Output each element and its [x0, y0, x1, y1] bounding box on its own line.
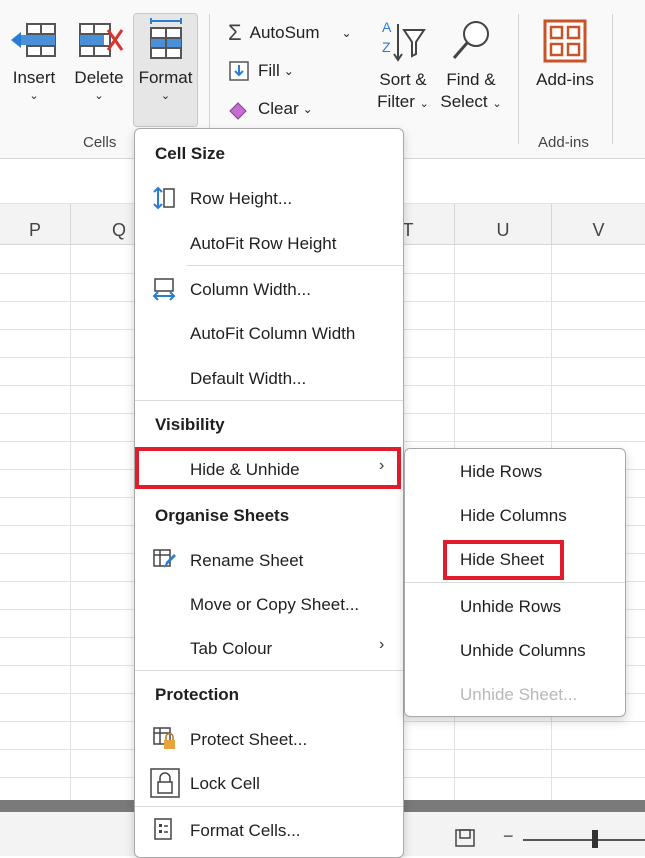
- row-height-icon: [153, 186, 175, 210]
- chevron-down-icon: ⌄: [302, 102, 313, 116]
- cell-size-header: Cell Size: [155, 144, 225, 163]
- menu-separator: [187, 265, 403, 266]
- find-select-label-1: Find &: [446, 70, 496, 89]
- clear-button[interactable]: Clear ⌄: [228, 98, 313, 120]
- find-select-button[interactable]: Find & Select ⌄: [438, 18, 504, 115]
- chevron-down-icon: ⌄: [283, 64, 294, 78]
- format-cells-item[interactable]: Format Cells...: [190, 821, 301, 841]
- autosum-icon: Σ: [228, 20, 242, 45]
- lock-cell-icon: [150, 768, 180, 798]
- insert-cells-icon: [11, 23, 56, 57]
- unhide-columns-item[interactable]: Unhide Columns: [460, 641, 586, 661]
- menu-separator: [405, 582, 625, 583]
- delete-label: Delete: [74, 68, 124, 87]
- addins-label: Add-ins: [536, 70, 594, 89]
- column-header-u[interactable]: U: [455, 204, 552, 244]
- find-select-icon: [452, 21, 489, 59]
- hide-unhide-submenu: Hide Rows Hide Columns Hide Sheet Unhide…: [404, 448, 626, 717]
- chevron-down-icon: ⌄: [341, 26, 352, 40]
- format-cells-dialog-icon: [154, 818, 172, 840]
- format-button-content: Format ⌄: [134, 18, 197, 103]
- sort-filter-label-2: Filter ⌄: [370, 91, 436, 115]
- autofit-column-width-item[interactable]: AutoFit Column Width: [190, 324, 355, 344]
- default-width-item[interactable]: Default Width...: [190, 369, 306, 389]
- clear-icon: [229, 102, 247, 120]
- column-width-item[interactable]: Column Width...: [190, 280, 311, 300]
- lock-cell-item[interactable]: Lock Cell: [190, 774, 260, 794]
- sort-filter-button[interactable]: A Z Sort & Filter ⌄: [370, 18, 436, 115]
- rename-sheet-item[interactable]: Rename Sheet: [190, 551, 303, 571]
- find-select-label-text: Select: [440, 92, 488, 111]
- hide-sheet-highlight: [443, 540, 564, 580]
- insert-label: Insert: [12, 68, 56, 87]
- delete-cells-icon: [79, 23, 124, 57]
- group-divider: [612, 14, 613, 144]
- menu-separator: [135, 806, 403, 807]
- chevron-down-icon: ⌄: [94, 90, 104, 102]
- zoom-out-icon[interactable]: −: [503, 826, 514, 847]
- submenu-arrow-icon: ›: [379, 636, 385, 653]
- svg-text:A: A: [382, 19, 392, 35]
- chevron-down-icon: ⌄: [492, 98, 502, 110]
- group-divider: [209, 14, 210, 144]
- protect-sheet-item[interactable]: Protect Sheet...: [190, 730, 307, 750]
- sort-filter-label-text: Filter: [377, 92, 415, 111]
- sort-filter-label-1: Sort &: [379, 70, 427, 89]
- hide-columns-item[interactable]: Hide Columns: [460, 506, 567, 526]
- autosum-button[interactable]: Σ AutoSum ⌄: [228, 20, 352, 46]
- page-break-preview-icon[interactable]: [454, 828, 476, 848]
- chevron-down-icon: ⌄: [160, 90, 171, 102]
- addins-group-label: Add-ins: [538, 134, 589, 151]
- fill-icon: [229, 61, 249, 81]
- fill-button[interactable]: Fill ⌄: [228, 60, 294, 82]
- row-height-item[interactable]: Row Height...: [190, 189, 292, 209]
- svg-text:Z: Z: [382, 39, 391, 55]
- unhide-rows-item[interactable]: Unhide Rows: [460, 597, 561, 617]
- zoom-slider-thumb[interactable]: [592, 830, 598, 848]
- cells-group-label: Cells: [83, 134, 117, 151]
- autosum-label: AutoSum: [249, 23, 320, 42]
- unhide-sheet-item: Unhide Sheet...: [460, 685, 578, 704]
- format-label: Format: [138, 68, 193, 87]
- clear-label: Clear: [258, 99, 299, 118]
- find-select-label-2: Select ⌄: [438, 91, 504, 115]
- organise-sheets-header: Organise Sheets: [155, 506, 290, 525]
- addins-button[interactable]: Add-ins: [530, 18, 600, 91]
- protection-header: Protection: [155, 685, 240, 704]
- chevron-down-icon: ⌄: [29, 90, 39, 102]
- hide-unhide-highlight: [135, 447, 401, 489]
- format-dropdown-menu: Cell Size Row Height... AutoFit Row Heig…: [134, 128, 404, 858]
- column-header-v[interactable]: V: [552, 204, 645, 244]
- autofit-row-height-item[interactable]: AutoFit Row Height: [190, 234, 336, 254]
- format-cells-icon: [149, 18, 182, 59]
- menu-separator: [135, 400, 403, 401]
- fill-label: Fill: [258, 61, 280, 80]
- zoom-slider[interactable]: [523, 839, 645, 841]
- group-divider: [518, 14, 519, 144]
- hide-rows-item[interactable]: Hide Rows: [460, 462, 542, 482]
- visibility-header: Visibility: [155, 415, 225, 434]
- sort-filter-icon: A Z: [382, 19, 426, 62]
- rename-sheet-icon: [153, 549, 176, 568]
- tab-colour-item[interactable]: Tab Colour: [190, 639, 272, 659]
- delete-button[interactable]: Delete ⌄: [70, 18, 128, 103]
- move-copy-sheet-item[interactable]: Move or Copy Sheet...: [190, 595, 359, 615]
- protect-sheet-icon: [153, 727, 175, 749]
- column-header-p[interactable]: P: [0, 204, 71, 244]
- chevron-down-icon: ⌄: [419, 98, 429, 110]
- menu-separator: [135, 670, 403, 671]
- addins-icon: [543, 19, 587, 63]
- format-button[interactable]: Format ⌄: [133, 13, 198, 127]
- insert-button[interactable]: Insert ⌄: [5, 18, 63, 103]
- column-width-icon: [152, 278, 176, 301]
